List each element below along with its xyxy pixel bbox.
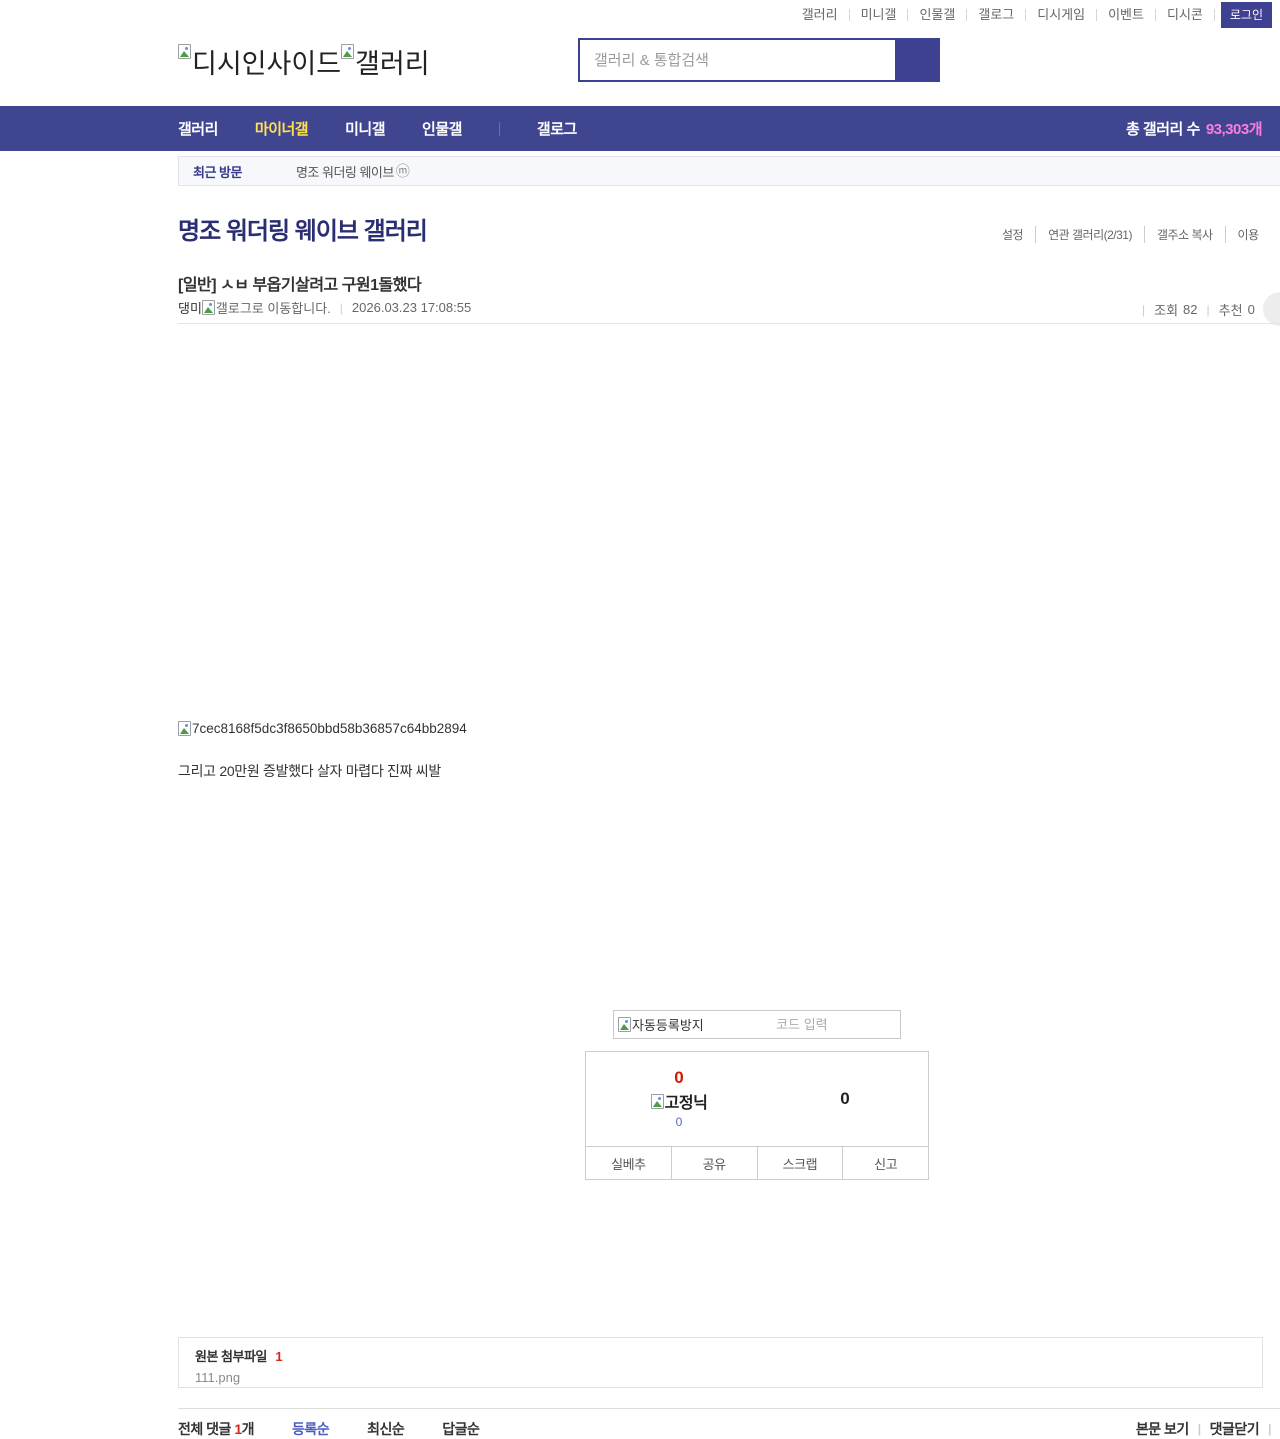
comment-count: 1 bbox=[234, 1421, 242, 1437]
login-button[interactable]: 로그인 bbox=[1220, 2, 1272, 28]
search-input[interactable] bbox=[578, 38, 895, 82]
broken-image-icon bbox=[178, 721, 191, 736]
search-box bbox=[578, 38, 940, 82]
total-gallery-count: 총 갤러리 수 93,303개 bbox=[1125, 106, 1263, 151]
broken-image-icon bbox=[650, 1093, 664, 1109]
silbechu-button[interactable]: 실베추 bbox=[586, 1147, 671, 1179]
search-button[interactable] bbox=[895, 38, 940, 82]
post-stats: | 조회 82 | 추천 0 | bbox=[1133, 300, 1276, 319]
comment-bar-right: 본문 보기 | 댓글닫기 | bbox=[1136, 1419, 1280, 1439]
toplink-event[interactable]: 이벤트 bbox=[1097, 8, 1156, 21]
vote-box: 0 고정닉 0 0 실베추 공유 스크랩 신고 bbox=[585, 1051, 929, 1180]
captcha-image-broken: 자동등록방지 bbox=[614, 1015, 704, 1034]
recommend-count: 0 bbox=[1247, 302, 1255, 317]
separator: | bbox=[1206, 302, 1210, 317]
nav-divider bbox=[498, 121, 500, 136]
sort-reply[interactable]: 답글순 bbox=[442, 1419, 480, 1439]
recent-gallery-link[interactable]: 명조 워더링 웨이브 bbox=[296, 162, 394, 181]
post-header-divider bbox=[178, 323, 1280, 324]
separator: | bbox=[1142, 302, 1146, 317]
report-button[interactable]: 신고 bbox=[842, 1147, 928, 1179]
toplink-dccon[interactable]: 디시콘 bbox=[1156, 8, 1215, 21]
fixed-nick-count: 0 bbox=[675, 1115, 683, 1129]
separator: | bbox=[1268, 1422, 1271, 1436]
gallery-menu: 설정 연관 갤러리(2/31) 갤주소 복사 이용 bbox=[1002, 226, 1271, 243]
post-body-text: 그리고 20만원 증발했다 살자 마렵다 진짜 씨발 bbox=[178, 763, 441, 779]
main-nav: 갤러리 마이너갤 미니갤 인물갤 갤로그 총 갤러리 수 93,303개 bbox=[0, 106, 1280, 151]
attachment-label: 원본 첨부파일 bbox=[195, 1349, 267, 1364]
vote-top: 0 고정닉 0 0 bbox=[586, 1052, 928, 1146]
upvote-count[interactable]: 0 bbox=[674, 1069, 683, 1087]
fixed-nick-label: 고정닉 bbox=[664, 1095, 708, 1112]
nav-item-minorgall[interactable]: 마이너갤 bbox=[255, 118, 309, 139]
comment-bar: 전체 댓글 1개 등록순 최신순 답글순 본문 보기 | 댓글닫기 | bbox=[178, 1408, 1280, 1439]
site-logo[interactable]: 디시인사이드 갤러리 bbox=[178, 42, 430, 81]
logo-text-dcinside: 디시인사이드 bbox=[192, 49, 342, 79]
nav-item-persongall[interactable]: 인물갤 bbox=[422, 118, 462, 139]
views-count: 82 bbox=[1183, 302, 1198, 317]
recent-visit-bar: 최근 방문 명조 워더링 웨이브 ⓜ bbox=[178, 156, 1280, 186]
toplink-gallog[interactable]: 갤로그 bbox=[967, 8, 1027, 21]
scrap-button[interactable]: 스크랩 bbox=[756, 1147, 843, 1179]
captcha-image-alt: 자동등록방지 bbox=[632, 1018, 704, 1033]
nav-item-gallery[interactable]: 갤러리 bbox=[178, 118, 218, 139]
toplink-gallery[interactable]: 갤러리 bbox=[791, 8, 850, 21]
separator: | bbox=[339, 300, 343, 315]
comment-total-label: 전체 댓글 bbox=[178, 1421, 235, 1437]
nav-item-gallog[interactable]: 갤로그 bbox=[537, 118, 577, 139]
post-author[interactable]: 댕미 bbox=[178, 298, 202, 317]
toplink-minigall[interactable]: 미니갤 bbox=[850, 8, 909, 21]
toplink-dcgame[interactable]: 디시게임 bbox=[1026, 8, 1098, 21]
gallog-link[interactable]: 갤로그로 이동합니다. bbox=[216, 298, 331, 317]
gallery-menu-guide[interactable]: 이용 bbox=[1226, 226, 1271, 243]
total-gallery-number: 93,303개 bbox=[1205, 121, 1263, 138]
downvote-count: 0 bbox=[840, 1089, 850, 1108]
gallery-title[interactable]: 명조 워더링 웨이브 갤러리 bbox=[178, 211, 428, 246]
toplink-persongall[interactable]: 인물갤 bbox=[908, 8, 968, 21]
view-post-link[interactable]: 본문 보기 bbox=[1136, 1419, 1189, 1439]
top-utility-bar: 갤러리 미니갤 인물갤 갤로그 디시게임 이벤트 디시콘 로그인 bbox=[0, 0, 1280, 30]
post-image-alt: 7cec8168f5dc3f8650bbd58b36857c64bb2894 bbox=[192, 721, 467, 736]
minor-gallery-icon: ⓜ bbox=[395, 163, 410, 179]
post-byline: 댕미 갤로그로 이동합니다. | 2026.03.23 17:08:55 bbox=[178, 298, 471, 317]
sort-newest[interactable]: 최신순 bbox=[367, 1419, 405, 1439]
recommend-label: 추천 bbox=[1218, 303, 1243, 318]
nav-item-minigall[interactable]: 미니갤 bbox=[345, 118, 385, 139]
attachment-count: 1 bbox=[275, 1349, 283, 1364]
comment-shortcut-button[interactable] bbox=[1263, 292, 1280, 326]
sort-registered[interactable]: 등록순 bbox=[292, 1419, 330, 1439]
captcha-code-input[interactable] bbox=[703, 1017, 900, 1032]
share-button[interactable]: 공유 bbox=[670, 1147, 757, 1179]
gallery-menu-settings[interactable]: 설정 bbox=[1002, 226, 1037, 243]
fixed-nick-row: 고정닉 bbox=[650, 1089, 708, 1113]
recent-visit-label[interactable]: 최근 방문 bbox=[193, 162, 242, 181]
separator: | bbox=[1197, 1422, 1201, 1436]
vote-buttons-row: 실베추 공유 스크랩 신고 bbox=[586, 1146, 928, 1179]
broken-image-icon bbox=[178, 44, 191, 59]
comment-total: 전체 댓글 1개 bbox=[178, 1419, 255, 1439]
post-category: [일반] bbox=[178, 277, 217, 294]
views-label: 조회 bbox=[1154, 303, 1179, 318]
post-date: 2026.03.23 17:08:55 bbox=[351, 300, 472, 315]
captcha-box: 자동등록방지 bbox=[613, 1010, 901, 1039]
broken-image-icon bbox=[341, 44, 355, 59]
upvote-area[interactable]: 0 고정닉 0 bbox=[614, 1052, 744, 1146]
attachment-filename[interactable]: 111.png bbox=[195, 1370, 1246, 1385]
gallery-menu-copy-url[interactable]: 갤주소 복사 bbox=[1145, 226, 1226, 243]
logo-text-gallery: 갤러리 bbox=[355, 49, 430, 79]
post-title-text: ㅅㅂ 부옵기살려고 구원1돌했다 bbox=[220, 277, 422, 294]
post-image-broken: 7cec8168f5dc3f8650bbd58b36857c64bb2894 bbox=[178, 721, 467, 736]
attachment-box: 원본 첨부파일 1 111.png bbox=[178, 1337, 1263, 1388]
comment-count-suffix: 개 bbox=[241, 1421, 255, 1437]
total-gallery-label: 총 갤러리 수 bbox=[1125, 121, 1200, 138]
broken-image-icon bbox=[618, 1017, 631, 1032]
downvote-area[interactable]: 0 bbox=[780, 1052, 910, 1146]
post-title: [일반] ㅅㅂ 부옵기살려고 구원1돌했다 bbox=[178, 271, 422, 295]
close-comments-link[interactable]: 댓글닫기 bbox=[1210, 1419, 1260, 1439]
gallery-menu-related[interactable]: 연관 갤러리(2/31) bbox=[1036, 226, 1145, 243]
broken-image-icon bbox=[201, 300, 215, 315]
